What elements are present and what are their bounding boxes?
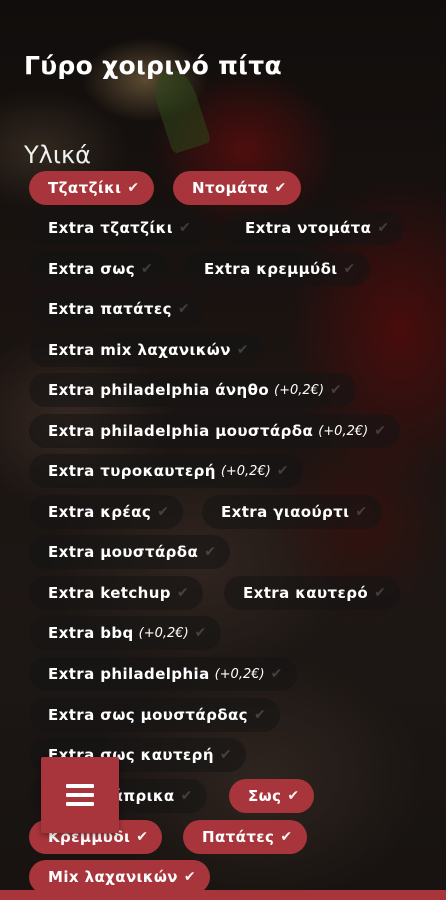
ingredient-chip[interactable]: Extra philadelphia μουστάρδα (+0,2€) ✔: [29, 414, 401, 448]
ingredient-price: (+0,2€): [220, 463, 271, 479]
check-icon: ✔: [176, 585, 190, 601]
ingredient-chip[interactable]: Extra philadelphia (+0,2€) ✔: [29, 657, 297, 691]
ingredient-chip[interactable]: Extra ketchup ✔: [29, 576, 204, 610]
check-icon: ✔: [287, 788, 300, 804]
ingredient-chip[interactable]: Extra τζατζίκι ✔: [29, 211, 206, 245]
check-icon: ✔: [183, 869, 197, 885]
ingredient-label: Ντομάτα: [192, 179, 269, 197]
check-icon: ✔: [194, 625, 207, 641]
ingredient-chip[interactable]: Τζατζίκι ✔: [29, 171, 154, 205]
check-icon: ✔: [178, 220, 192, 236]
ingredient-price: (+0,2€): [214, 666, 265, 682]
hamburger-menu-icon: [66, 784, 94, 806]
ingredient-label: Mix λαχανικών: [48, 868, 178, 886]
ingredient-label: Extra τζατζίκι: [48, 219, 173, 237]
ingredient-chip[interactable]: Extra κρέας ✔: [29, 495, 184, 529]
ingredient-label: Extra ντομάτα: [245, 219, 372, 237]
ingredient-label: Extra τυροκαυτερή: [48, 462, 216, 480]
ingredient-label: Extra mix λαχανικών: [48, 341, 231, 359]
ingredient-chip[interactable]: Extra μουστάρδα ✔: [29, 535, 231, 569]
menu-button[interactable]: [41, 757, 119, 833]
ingredient-chip[interactable]: Extra πατάτες ✔: [29, 292, 205, 326]
ingredient-label: Extra philadelphia: [48, 665, 210, 683]
check-icon: ✔: [330, 382, 343, 398]
ingredient-label: Extra bbq: [48, 624, 134, 642]
check-icon: ✔: [276, 463, 289, 479]
ingredient-label: Σως: [248, 787, 282, 805]
ingredient-chip[interactable]: Extra κρεμμύδι ✔: [185, 252, 370, 286]
ingredient-chip[interactable]: Σως ✔: [229, 779, 314, 813]
ingredient-label: Τζατζίκι: [48, 179, 122, 197]
ingredient-label: Extra κρεμμύδι: [204, 260, 338, 278]
ingredient-label: Extra σως μουστάρδας: [48, 706, 248, 724]
ingredient-label: Πατάτες: [202, 828, 275, 846]
ingredient-label: Extra πατάτες: [48, 300, 172, 318]
product-title: Γύρο χοιρινό πίτα: [24, 50, 282, 80]
ingredient-label: Extra καυτερό: [243, 584, 369, 602]
ingredient-label: Extra philadelphia μουστάρδα: [48, 422, 314, 440]
ingredient-label: Extra γιαούρτι: [221, 503, 350, 521]
ingredient-chip[interactable]: Extra καυτερό ✔: [224, 576, 401, 610]
check-icon: ✔: [180, 788, 193, 804]
check-icon: ✔: [343, 261, 356, 277]
ingredient-chip[interactable]: Extra philadelphia άνηθο (+0,2€) ✔: [29, 373, 357, 407]
ingredient-chip[interactable]: Extra mix λαχανικών ✔: [29, 333, 263, 367]
ingredient-label: Extra σως: [48, 260, 136, 278]
ingredients-heading: Υλικά: [24, 140, 91, 169]
check-icon: ✔: [127, 180, 140, 196]
bottom-accent-bar: [0, 890, 446, 900]
check-icon: ✔: [236, 342, 249, 358]
ingredient-price: (+0,2€): [138, 625, 189, 641]
ingredient-label: Extra κρέας: [48, 503, 152, 521]
check-icon: ✔: [253, 707, 267, 723]
ingredient-chip[interactable]: Extra σως μουστάρδας ✔: [29, 698, 281, 732]
ingredient-chip[interactable]: Extra ντομάτα ✔: [226, 211, 404, 245]
check-icon: ✔: [136, 829, 149, 845]
ingredient-chip[interactable]: Ντομάτα ✔: [173, 171, 301, 205]
ingredient-label: Extra philadelphia άνηθο: [48, 381, 270, 399]
ingredient-chip[interactable]: Πατάτες ✔: [183, 820, 307, 854]
ingredient-chip[interactable]: Extra σως ✔: [29, 252, 168, 286]
ingredient-price: (+0,2€): [318, 423, 369, 439]
check-icon: ✔: [157, 504, 170, 520]
ingredient-chip[interactable]: Extra γιαούρτι ✔: [202, 495, 382, 529]
check-icon: ✔: [177, 301, 191, 317]
ingredient-label: Extra μουστάρδα: [48, 543, 199, 561]
check-icon: ✔: [219, 747, 233, 763]
check-icon: ✔: [355, 504, 368, 520]
ingredient-price: (+0,2€): [274, 382, 325, 398]
check-icon: ✔: [141, 261, 154, 277]
ingredient-chip[interactable]: Mix λαχανικών ✔: [29, 860, 211, 894]
check-icon: ✔: [374, 585, 387, 601]
ingredient-chip[interactable]: Extra bbq (+0,2€) ✔: [29, 616, 221, 650]
check-icon: ✔: [274, 180, 287, 196]
check-icon: ✔: [204, 544, 217, 560]
ingredient-label: Extra ketchup: [48, 584, 171, 602]
check-icon: ✔: [270, 666, 283, 682]
check-icon: ✔: [374, 423, 387, 439]
check-icon: ✔: [377, 220, 390, 236]
ingredient-chip[interactable]: Extra τυροκαυτερή (+0,2€) ✔: [29, 454, 303, 488]
check-icon: ✔: [280, 829, 293, 845]
